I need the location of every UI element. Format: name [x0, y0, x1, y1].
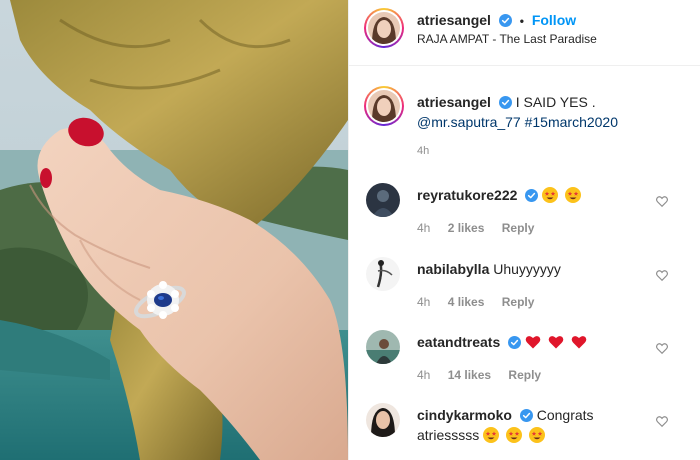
red-heart-emoji — [548, 336, 564, 349]
reply-button[interactable]: Reply — [502, 295, 535, 309]
star-struck-emoji — [506, 427, 523, 443]
reply-button[interactable]: Reply — [508, 368, 541, 382]
comment-body: cindykarmoko Congrats atriesssss — [417, 405, 657, 445]
caption-hashtag[interactable]: #15march2020 — [525, 114, 618, 130]
comment-body: reyratukore222 — [417, 185, 657, 205]
caption-avatar[interactable] — [364, 86, 404, 126]
location-link[interactable]: RAJA AMPAT - The Last Paradise — [417, 32, 597, 46]
reply-button[interactable]: Reply — [502, 221, 535, 235]
comment-username[interactable]: eatandtreats — [417, 334, 500, 350]
comment-likes[interactable]: 2 likes — [448, 221, 485, 235]
commenter-avatar[interactable] — [366, 330, 400, 364]
comment-username[interactable]: cindykarmoko — [417, 407, 512, 423]
comment-body: nabilabylla Uhuyyyyyy — [417, 259, 657, 279]
avatar-photo-icon — [368, 12, 400, 44]
heart-outline-icon[interactable] — [655, 268, 669, 282]
post-photo[interactable] — [0, 0, 348, 460]
heart-outline-icon[interactable] — [655, 194, 669, 208]
comment-text: Uhuyyyyyy — [493, 261, 561, 277]
comment-meta: 4h 2 likes Reply — [417, 221, 548, 235]
avatar-photo-icon — [366, 183, 400, 217]
comment-likes[interactable]: 14 likes — [448, 368, 491, 382]
commenter-avatar[interactable] — [366, 257, 400, 291]
comment-item: eatandtreats 4h 14 likes Reply — [349, 330, 700, 400]
caption-text: I SAID YES . — [515, 94, 596, 110]
star-struck-emoji — [528, 427, 545, 443]
comment-time[interactable]: 4h — [417, 368, 430, 382]
commenter-avatar[interactable] — [366, 183, 400, 217]
comment-item: reyratukore222 4h 2 likes Reply — [349, 183, 700, 253]
post-header: atriesangel • Follow RAJA AMPAT - The La… — [349, 0, 700, 66]
comment-meta: 4h 4 likes Reply — [417, 295, 548, 309]
heart-outline-icon[interactable] — [655, 341, 669, 355]
profile-avatar[interactable] — [364, 8, 404, 48]
instagram-post: atriesangel • Follow RAJA AMPAT - The La… — [0, 0, 700, 460]
star-struck-emoji — [542, 187, 559, 203]
header-user-line: atriesangel • Follow — [417, 12, 576, 28]
engagement-ring-photo — [0, 0, 348, 460]
header-username[interactable]: atriesangel — [417, 12, 491, 28]
star-struck-emoji — [483, 427, 500, 443]
avatar-photo-icon — [366, 330, 400, 364]
verified-badge-icon — [508, 336, 522, 349]
verified-badge-icon — [519, 409, 533, 422]
caption-username[interactable]: atriesangel — [417, 94, 491, 110]
comment-time[interactable]: 4h — [417, 295, 430, 309]
red-heart-emoji — [571, 336, 587, 349]
verified-badge-icon — [498, 14, 512, 27]
comment-username[interactable]: reyratukore222 — [417, 187, 517, 203]
comment-body: eatandtreats — [417, 332, 657, 352]
comment-username[interactable]: nabilabylla — [417, 261, 489, 277]
separator-dot: • — [519, 14, 524, 28]
avatar-photo-icon — [366, 403, 400, 437]
caption-mention[interactable]: @mr.saputra_77 — [417, 114, 521, 130]
comment-item: cindykarmoko Congrats atriesssss — [349, 403, 700, 460]
commenter-avatar[interactable] — [366, 403, 400, 437]
post-caption: atriesangel I SAID YES . @mr.saputra_77 … — [417, 92, 687, 132]
verified-badge-icon — [498, 96, 512, 109]
avatar-photo-icon — [366, 257, 400, 291]
comment-item: nabilabylla Uhuyyyyyy 4h 4 likes Reply — [349, 257, 700, 327]
red-heart-emoji — [525, 336, 541, 349]
caption-time[interactable]: 4h — [417, 145, 429, 157]
avatar-photo-icon — [368, 90, 400, 122]
star-struck-emoji — [565, 187, 582, 203]
comment-likes[interactable]: 4 likes — [448, 295, 485, 309]
post-details-panel: atriesangel • Follow RAJA AMPAT - The La… — [348, 0, 700, 460]
follow-button[interactable]: Follow — [532, 12, 576, 28]
comment-time[interactable]: 4h — [417, 221, 430, 235]
heart-outline-icon[interactable] — [655, 414, 669, 428]
comment-meta: 4h 14 likes Reply — [417, 368, 555, 382]
verified-badge-icon — [525, 189, 539, 202]
